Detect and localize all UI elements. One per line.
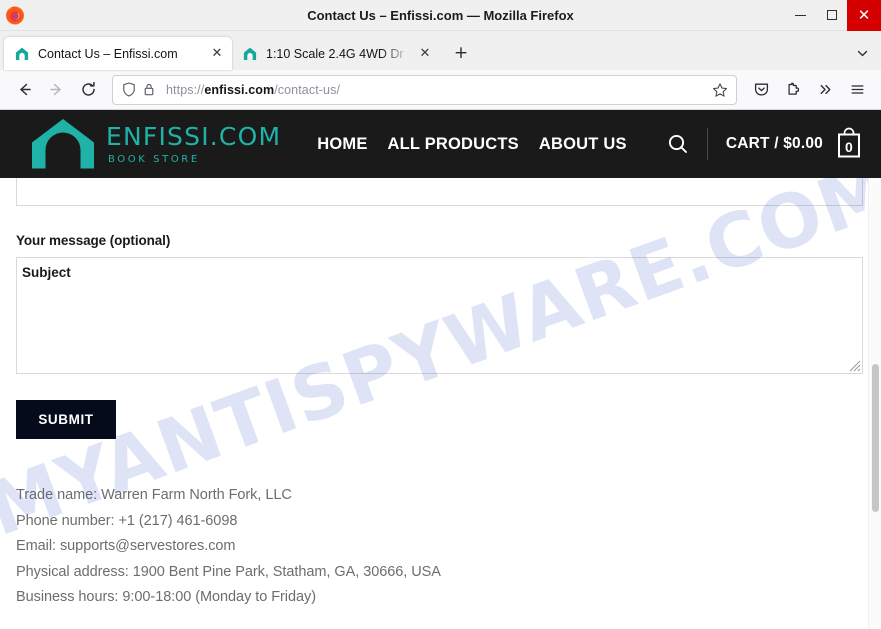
url-path: /contact-us/ (274, 82, 341, 97)
contact-details: Trade name: Warren Farm North Fork, LLC … (16, 483, 865, 611)
tab-title: Contact Us – Enfissi.com (38, 46, 178, 61)
window-title: Contact Us – Enfissi.com — Mozilla Firef… (307, 7, 574, 23)
site-logo-title: ENFISSI.COM (106, 121, 282, 151)
url-text[interactable]: https://enfissi.com/contact-us/ (166, 83, 711, 97)
cart-link[interactable]: CART / $0.00 0 (726, 127, 865, 161)
url-host: enfissi.com (204, 82, 275, 97)
site-logo-text: ENFISSI.COM BOOK STORE (106, 124, 281, 165)
contact-page-body: Your message (optional) SUBMIT Trade nam… (0, 178, 881, 629)
navigation-toolbar: https://enfissi.com/contact-us/ (0, 70, 881, 110)
nav-item-home[interactable]: HOME (317, 135, 367, 154)
message-textarea[interactable] (16, 257, 863, 374)
reload-icon[interactable] (72, 74, 104, 106)
pocket-icon[interactable] (745, 74, 777, 106)
new-tab-button[interactable]: + (446, 38, 476, 68)
lock-icon[interactable] (140, 81, 157, 98)
tab-close-button[interactable]: ✕ (417, 46, 433, 62)
puzzle-piece-icon[interactable] (777, 74, 809, 106)
window-controls: ✕ (785, 0, 881, 31)
submit-button[interactable]: SUBMIT (16, 400, 116, 439)
cart-count-badge: 0 (845, 139, 853, 155)
site-header: ENFISSI.COM BOOK STORE HOME ALL PRODUCTS… (0, 110, 881, 178)
trade-name-line: Trade name: Warren Farm North Fork, LLC (16, 487, 292, 503)
page-scrollbar[interactable] (868, 178, 881, 629)
site-logo-subtitle: BOOK STORE (108, 153, 200, 165)
minimize-button[interactable] (785, 0, 816, 31)
tab-close-button[interactable]: ✕ (209, 46, 225, 62)
tab-rc-product[interactable]: 1:10 Scale 2.4G 4WD Dr ✕ (232, 37, 440, 70)
hamburger-menu-icon[interactable] (841, 74, 873, 106)
close-window-button[interactable]: ✕ (847, 0, 881, 31)
header-divider (706, 128, 708, 160)
maximize-icon (826, 10, 837, 20)
message-field-label: Your message (optional) (16, 233, 171, 248)
tab-strip: Contact Us – Enfissi.com ✕ 1:10 Scale 2.… (0, 31, 881, 70)
site-navigation: HOME ALL PRODUCTS ABOUT US (317, 135, 626, 154)
email-line: Email: supports@servestores.com (16, 538, 236, 554)
star-icon[interactable] (711, 81, 729, 99)
site-header-right: CART / $0.00 0 (661, 127, 865, 161)
browser-window: Contact Us – Enfissi.com — Mozilla Firef… (0, 0, 881, 629)
search-icon[interactable] (661, 127, 695, 161)
minimize-icon (795, 14, 806, 16)
physical-address-line: Physical address: 1900 Bent Pine Park, S… (16, 563, 441, 580)
shopping-bag-icon: 0 (833, 127, 865, 161)
subject-input[interactable] (16, 178, 863, 206)
chevron-down-icon[interactable] (847, 38, 877, 68)
tab-title: 1:10 Scale 2.4G 4WD Dr (266, 46, 404, 61)
shield-icon[interactable] (120, 81, 137, 98)
site-logo[interactable]: ENFISSI.COM BOOK STORE (28, 116, 281, 172)
title-bar: Contact Us – Enfissi.com — Mozilla Firef… (0, 0, 881, 31)
enfissi-house-favicon (14, 46, 30, 62)
resize-handle-icon[interactable] (848, 359, 861, 372)
page-viewport: Subject ENFISSI.COM BOOK STORE HOME ALL … (0, 110, 881, 629)
maximize-button[interactable] (816, 0, 847, 31)
tab-contact-us[interactable]: Contact Us – Enfissi.com ✕ (4, 37, 232, 70)
cart-total-label: CART / $0.00 (725, 135, 823, 152)
close-icon: ✕ (857, 5, 871, 24)
nav-item-about-us[interactable]: ABOUT US (539, 135, 627, 154)
back-arrow-icon[interactable] (8, 74, 40, 106)
double-chevron-right-icon[interactable] (809, 74, 841, 106)
url-scheme: https:// (166, 82, 205, 97)
house-keyhole-logo-icon (28, 116, 98, 172)
page-scrollbar-thumb[interactable] (872, 364, 879, 512)
nav-item-all-products[interactable]: ALL PRODUCTS (388, 135, 519, 154)
firefox-logo-icon (4, 4, 26, 26)
forward-arrow-icon (40, 74, 72, 106)
url-bar[interactable]: https://enfissi.com/contact-us/ (112, 74, 737, 105)
phone-number-line: Phone number: +1 (217) 461-6098 (16, 512, 238, 529)
enfissi-house-favicon (242, 46, 258, 62)
subject-field-label: Subject (22, 265, 71, 280)
business-hours-line: Business hours: 9:00-18:00 (Monday to Fr… (16, 589, 316, 605)
